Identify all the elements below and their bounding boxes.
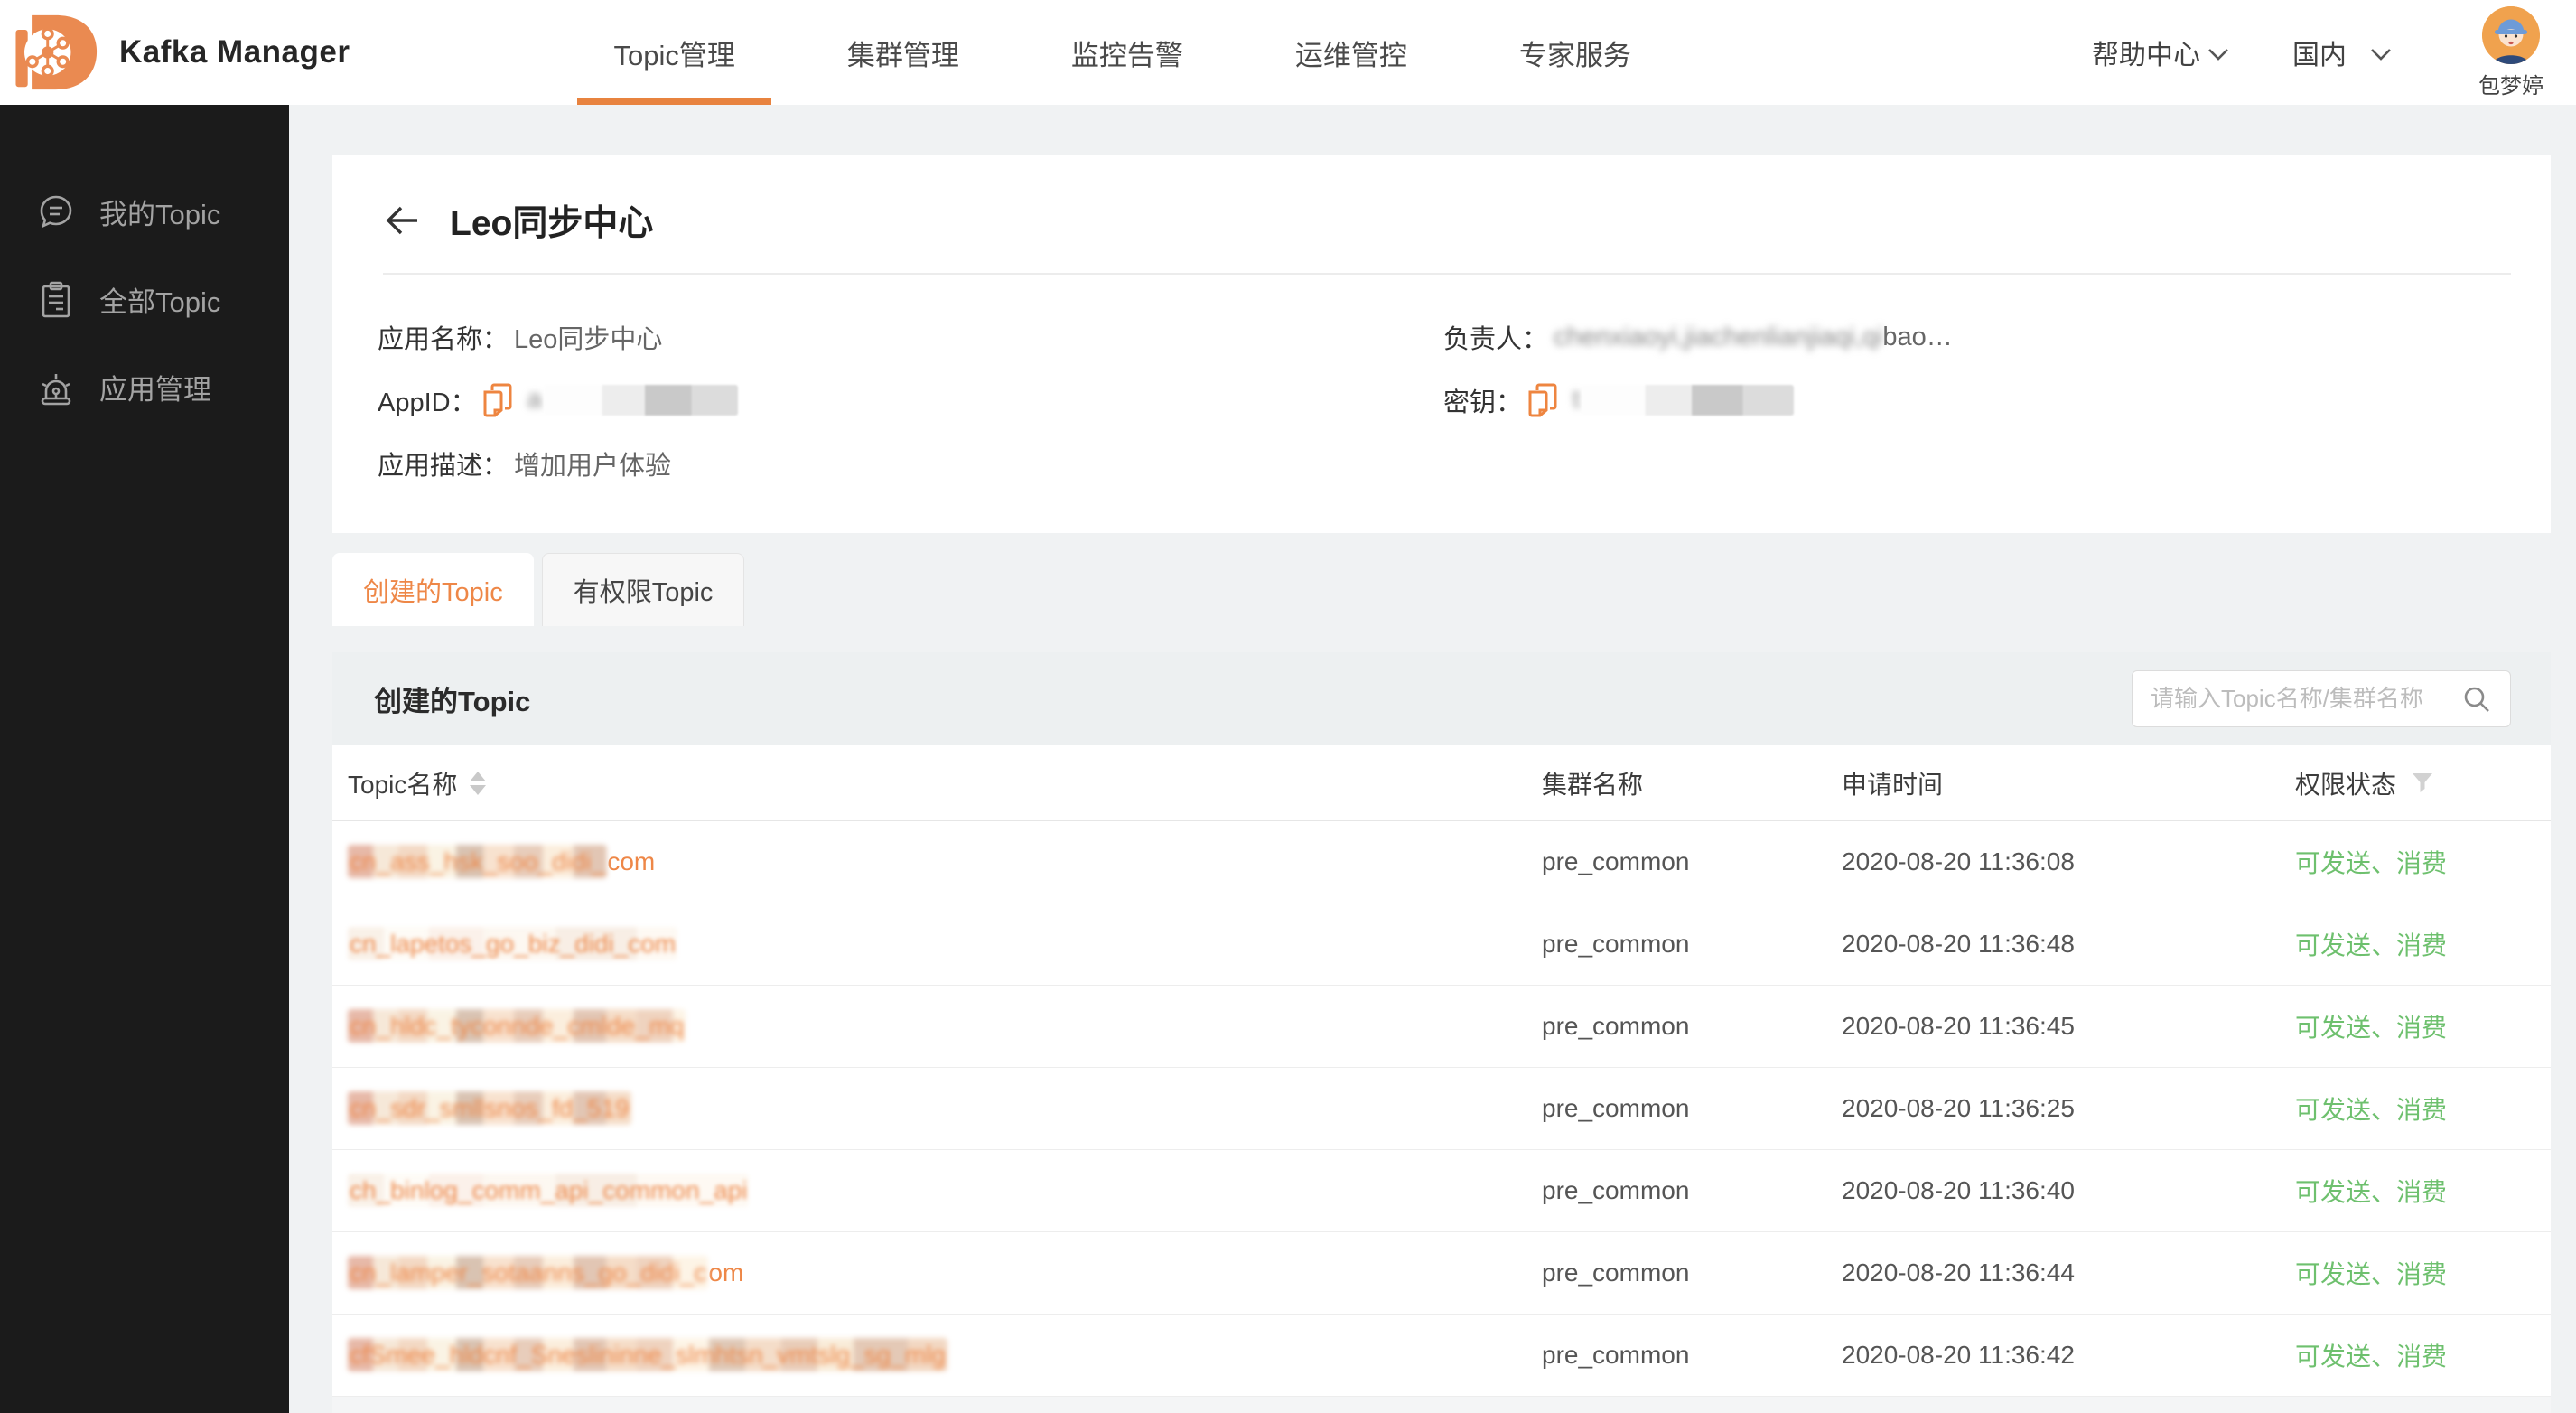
section-title: 创建的Topic <box>374 678 530 719</box>
cluster-cell: pre_common <box>1526 1094 1826 1123</box>
table-row: cn_lapetos_go_biz_didi_com pre_common 20… <box>332 903 2551 986</box>
tab-created-topic[interactable]: 创建的Topic <box>332 553 534 626</box>
table-row: cn_hldc_tyconnde_cmlde_mq pre_common 202… <box>332 986 2551 1068</box>
copy-icon[interactable] <box>482 383 513 417</box>
main-content: Leo同步中心 应用名称： Leo同步中心 AppID： <box>289 105 2576 1413</box>
column-header-permission-status: 权限状态 <box>2280 765 2551 801</box>
censored-app-id <box>544 385 738 416</box>
back-arrow-icon[interactable] <box>383 201 423 240</box>
status-cell: 可发送、消费 <box>2280 1090 2551 1127</box>
time-cell: 2020-08-20 11:36:42 <box>1826 1341 2280 1370</box>
table-section-header: 创建的Topic <box>332 652 2551 745</box>
nav-tab-monitoring-alerts[interactable]: 监控告警 <box>1015 0 1239 105</box>
time-cell: 2020-08-20 11:36:44 <box>1826 1259 2280 1287</box>
cluster-cell: pre_common <box>1526 847 1826 876</box>
status-cell: 可发送、消费 <box>2280 1255 2551 1291</box>
created-topic-table-card: 创建的Topic Topic名称 集群名称 申请时间 权限状态 <box>332 652 2551 1413</box>
tab-authorized-topic[interactable]: 有权限Topic <box>542 553 745 626</box>
topic-link[interactable]: cn_hldc_tyconnde_cmlde_mq <box>348 1012 686 1041</box>
app-detail-card: Leo同步中心 应用名称： Leo同步中心 AppID： <box>332 155 2551 533</box>
cluster-cell: pre_common <box>1526 1259 1826 1287</box>
table-header-row: Topic名称 集群名称 申请时间 权限状态 <box>332 745 2551 821</box>
topic-link[interactable]: cn_lamper_sotaanns_go_didi_com <box>348 1259 743 1287</box>
table-row: cfSmee_hldcnf_Sneslininne_slmhtsn_vmtslg… <box>332 1315 2551 1397</box>
app-name-value: Leo同步中心 <box>514 318 662 356</box>
status-cell: 可发送、消费 <box>2280 1337 2551 1373</box>
page-title: Leo同步中心 <box>450 195 653 246</box>
topic-link[interactable]: cn_lapetos_go_biz_didi_com <box>348 930 677 959</box>
secret-value: t <box>1573 385 1794 416</box>
clipboard-icon <box>34 278 78 322</box>
cluster-cell: pre_common <box>1526 1176 1826 1205</box>
copy-icon[interactable] <box>1527 383 1558 417</box>
topic-link[interactable]: cn_sdr_smllsnos_fd_519 <box>348 1094 631 1123</box>
cluster-cell: pre_common <box>1526 930 1826 959</box>
help-center-dropdown[interactable]: 帮助中心 <box>2092 33 2229 72</box>
time-cell: 2020-08-20 11:36:48 <box>1826 930 2280 959</box>
app-id-value: a <box>527 385 738 416</box>
siren-icon <box>34 366 78 409</box>
table-row: cn_lamper_sotaanns_go_didi_com pre_commo… <box>332 1232 2551 1315</box>
nav-tab-cluster-management[interactable]: 集群管理 <box>791 0 1015 105</box>
search-icon[interactable] <box>2461 684 2492 715</box>
field-secret: 密钥： t <box>1443 369 2551 432</box>
search-input[interactable] <box>2151 685 2461 713</box>
table-row: cn_sdr_smllsnos_fd_519 pre_common 2020-0… <box>332 1068 2551 1150</box>
filter-icon[interactable] <box>2411 772 2434 795</box>
table-row: ch_binlog_comm_api_common_api pre_common… <box>332 1150 2551 1232</box>
status-cell: 可发送、消费 <box>2280 1008 2551 1044</box>
chevron-down-icon <box>2207 48 2229 61</box>
app-desc-value: 增加用户体验 <box>514 444 671 482</box>
region-dropdown[interactable]: 国内 <box>2292 33 2392 72</box>
column-header-cluster-name: 集群名称 <box>1526 765 1826 801</box>
nav-tab-expert-service[interactable]: 专家服务 <box>1463 0 1687 105</box>
field-app-desc: 应用描述： 增加用户体验 <box>378 432 1443 495</box>
top-navbar: Kafka Manager Topic管理 集群管理 监控告警 运维管控 专家服… <box>0 0 2576 105</box>
cluster-cell: pre_common <box>1526 1012 1826 1041</box>
sidebar: 我的Topic 全部Topic 应用管理 <box>0 105 289 1413</box>
nav-tab-topic-management[interactable]: Topic管理 <box>557 0 790 105</box>
topic-link[interactable]: cn_ass_hsk_soo_didi_com <box>348 847 655 876</box>
topic-link[interactable]: ch_binlog_comm_api_common_api <box>348 1176 749 1205</box>
time-cell: 2020-08-20 11:36:25 <box>1826 1094 2280 1123</box>
search-box[interactable] <box>2132 670 2511 727</box>
user-name: 包梦婷 <box>2478 68 2543 99</box>
column-header-apply-time: 申请时间 <box>1826 765 2280 801</box>
sidebar-item-app-management[interactable]: 应用管理 <box>0 343 289 431</box>
sidebar-item-all-topic[interactable]: 全部Topic <box>0 256 289 343</box>
owner-value: chenxiaoyi,jiachenlianjiaqi,qibao… <box>1554 323 1953 352</box>
main-navigation: Topic管理 集群管理 监控告警 运维管控 专家服务 <box>557 0 1686 105</box>
sidebar-item-my-topic[interactable]: 我的Topic <box>0 168 289 256</box>
time-cell: 2020-08-20 11:36:08 <box>1826 847 2280 876</box>
censored-secret <box>1582 385 1794 416</box>
chevron-down-icon <box>2370 48 2392 61</box>
topic-link[interactable]: cfSmee_hldcnf_Sneslininne_slmhtsn_vmtslg… <box>348 1341 947 1370</box>
nav-tab-ops-control[interactable]: 运维管控 <box>1239 0 1463 105</box>
cluster-cell: pre_common <box>1526 1341 1826 1370</box>
user-menu[interactable]: 包梦婷 <box>2478 6 2543 99</box>
kafka-manager-logo-icon <box>14 10 99 95</box>
app-title: Kafka Manager <box>119 34 350 70</box>
chat-icon <box>34 191 78 234</box>
sort-icon[interactable] <box>470 772 486 795</box>
table-footer-strip <box>332 1397 2551 1413</box>
status-cell: 可发送、消费 <box>2280 1173 2551 1209</box>
field-app-name: 应用名称： Leo同步中心 <box>378 305 1443 369</box>
status-cell: 可发送、消费 <box>2280 926 2551 962</box>
field-owner: 负责人： chenxiaoyi,jiachenlianjiaqi,qibao… <box>1443 305 2551 369</box>
table-row: cn_ass_hsk_soo_didi_com pre_common 2020-… <box>332 821 2551 903</box>
time-cell: 2020-08-20 11:36:45 <box>1826 1012 2280 1041</box>
field-app-id: AppID： a <box>378 369 1443 432</box>
avatar <box>2482 6 2540 64</box>
status-cell: 可发送、消费 <box>2280 844 2551 880</box>
time-cell: 2020-08-20 11:36:40 <box>1826 1176 2280 1205</box>
topic-tabs: 创建的Topic 有权限Topic <box>332 553 2551 626</box>
column-header-topic-name: Topic名称 <box>332 765 1526 801</box>
